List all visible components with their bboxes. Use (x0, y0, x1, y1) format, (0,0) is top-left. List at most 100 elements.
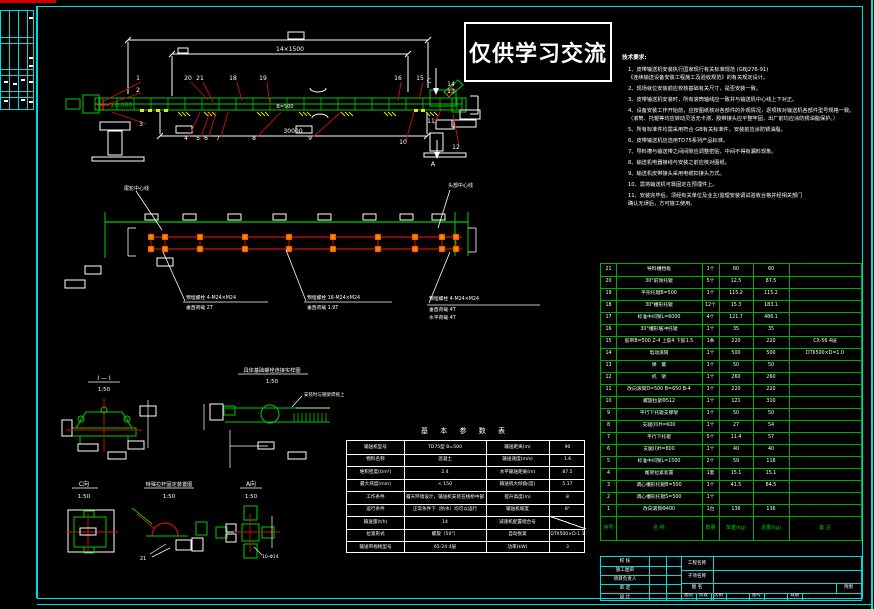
leader-line (220, 111, 229, 138)
section-arrow-c (433, 88, 439, 95)
bom-cell (789, 276, 861, 288)
bom-cell: 54 (767, 423, 775, 429)
bom-cell (719, 492, 753, 504)
callout-label: 2 (136, 87, 140, 94)
leader-line (405, 111, 415, 142)
note-item: 6、皮带输送机应选用TD75系列产品标准。 (628, 138, 729, 145)
bom-cell: 5个 (706, 435, 715, 441)
leader-line (151, 547, 171, 558)
anchor-square (375, 234, 381, 240)
bom-cell: DTII500×D=1.0 (806, 351, 844, 357)
bom-cell: 1台 (706, 507, 715, 513)
bom-cell: 50 (767, 411, 775, 417)
bom-cell: 1个 (706, 363, 715, 369)
bom-cell: 15.3 (730, 303, 742, 309)
bom-cell: 35 (767, 327, 775, 333)
watermark-box: 仅供学习交流 (464, 22, 612, 82)
plan-stand (362, 213, 377, 221)
anchor-square (330, 246, 336, 252)
direction-arrow (309, 87, 327, 93)
param-cell: DTII500×D-1.1 (550, 532, 585, 538)
bom-cell (789, 492, 861, 504)
bom-cell: 6 (606, 447, 611, 453)
plan-line (162, 251, 186, 302)
section-title: 特殊拉杆固定装置图 (146, 480, 193, 488)
s1-detail (61, 419, 73, 437)
idler-roller (77, 415, 85, 423)
plan-line (135, 190, 163, 231)
clamp-arc (151, 522, 179, 537)
belt-label: B=500 (276, 104, 293, 110)
anchor-label: 垂直荷载 1.9T (307, 304, 338, 311)
belt-dash (148, 109, 152, 112)
param-cell (549, 516, 586, 529)
bom-cell: 2 (606, 495, 611, 501)
s4-detail (215, 526, 228, 539)
bom-cell: 84.5 (765, 483, 777, 489)
dimension-label: 30000 (283, 128, 302, 135)
titleblock-role-label: 施工图审 (615, 567, 635, 573)
level-label: ±0.000 (110, 102, 132, 109)
plan-stand (227, 213, 242, 221)
bom-cell: 10 (605, 399, 612, 405)
anchor-square (197, 246, 203, 252)
bom-cell: 1个 (706, 327, 715, 333)
section-mark: A (431, 160, 436, 168)
bom-cell: 5个 (706, 279, 715, 285)
bom-cell (789, 480, 861, 492)
bom-cell: 改向滚筒Φ400 (642, 507, 676, 513)
plan-detail (64, 279, 86, 289)
drawing-sheet: 14×1500 30000 B=500 ±0.000 C A 尾轮中心线 头部中心线 预埋螺栓 … (0, 0, 874, 609)
drawing-name-label: 图 名 (691, 585, 703, 591)
s1-detail (107, 451, 127, 460)
bom-cell: CX-56 4层 (813, 339, 837, 345)
anchor-square (286, 246, 292, 252)
support-structure (423, 152, 467, 158)
bom-cell: 5 (606, 459, 611, 465)
bom-cell: 标准中间架L=1500 (637, 459, 681, 465)
param-cell: 14 (442, 519, 448, 525)
bom-cell: 尾架拉紧装置 (644, 471, 674, 477)
param-cell: 输送机型号 (364, 444, 387, 450)
param-cell: 自动张紧 (508, 532, 527, 538)
section-mark: C (427, 77, 432, 85)
param-cell: 2.4 (441, 469, 449, 475)
s4-detail (195, 521, 208, 536)
scale-label: 1:50 (163, 494, 176, 500)
titleblock-bottom-label: 比例 (714, 593, 723, 599)
leader-line (188, 111, 201, 138)
note-item: 10、需将输送机可靠固定在预埋件上。 (628, 182, 718, 189)
bom-header-cell: 序号 (603, 525, 614, 532)
parameter-table: 基 本 参 数 表 (346, 426, 585, 440)
leader-line (266, 81, 271, 107)
tail-hopper (65, 98, 81, 110)
callout-label: 10 (399, 139, 407, 146)
bom-cell: 螺旋拉紧Φ512 (642, 399, 676, 405)
plan-stand (182, 213, 197, 221)
s4-detail (191, 537, 204, 552)
bom-cell: 14 (605, 351, 612, 357)
note-item: 2、现场就位安装前应校核基础有关尺寸，是否安装一致。 (628, 85, 761, 92)
project-name-label: 工程名称 (687, 560, 707, 566)
param-cell: TD75型 B=500 (427, 444, 462, 450)
titleblock-bottom-label: 图别 (684, 593, 693, 599)
param-cell: 输送量(t/h) (363, 519, 388, 525)
bom-cell (789, 504, 861, 516)
bom-cell: 13 (605, 363, 612, 369)
scale-label: 1:50 (266, 379, 279, 385)
bom-cell: 57 (767, 435, 775, 441)
s5-top (243, 505, 258, 521)
note-item: 7、导料槽与输送带之间间隙应调整密贴，中间不得有漏料现象。 (628, 149, 777, 156)
callout-label: 14 (447, 81, 455, 88)
bom-cell: 121.7 (729, 315, 743, 321)
bom-cell: 1条 (706, 339, 715, 345)
param-cell: 输送距离(m) (504, 444, 531, 450)
support-hatch (344, 111, 350, 117)
bom-cell (789, 372, 861, 384)
bom-cell: 30°前倾托辊 (645, 279, 673, 285)
bom-cell (789, 432, 861, 444)
anchor-square (242, 234, 248, 240)
subproject-name-label: 子项名称 (687, 573, 707, 579)
bom-cell: 500 (731, 351, 741, 357)
tie-rod (136, 513, 155, 529)
